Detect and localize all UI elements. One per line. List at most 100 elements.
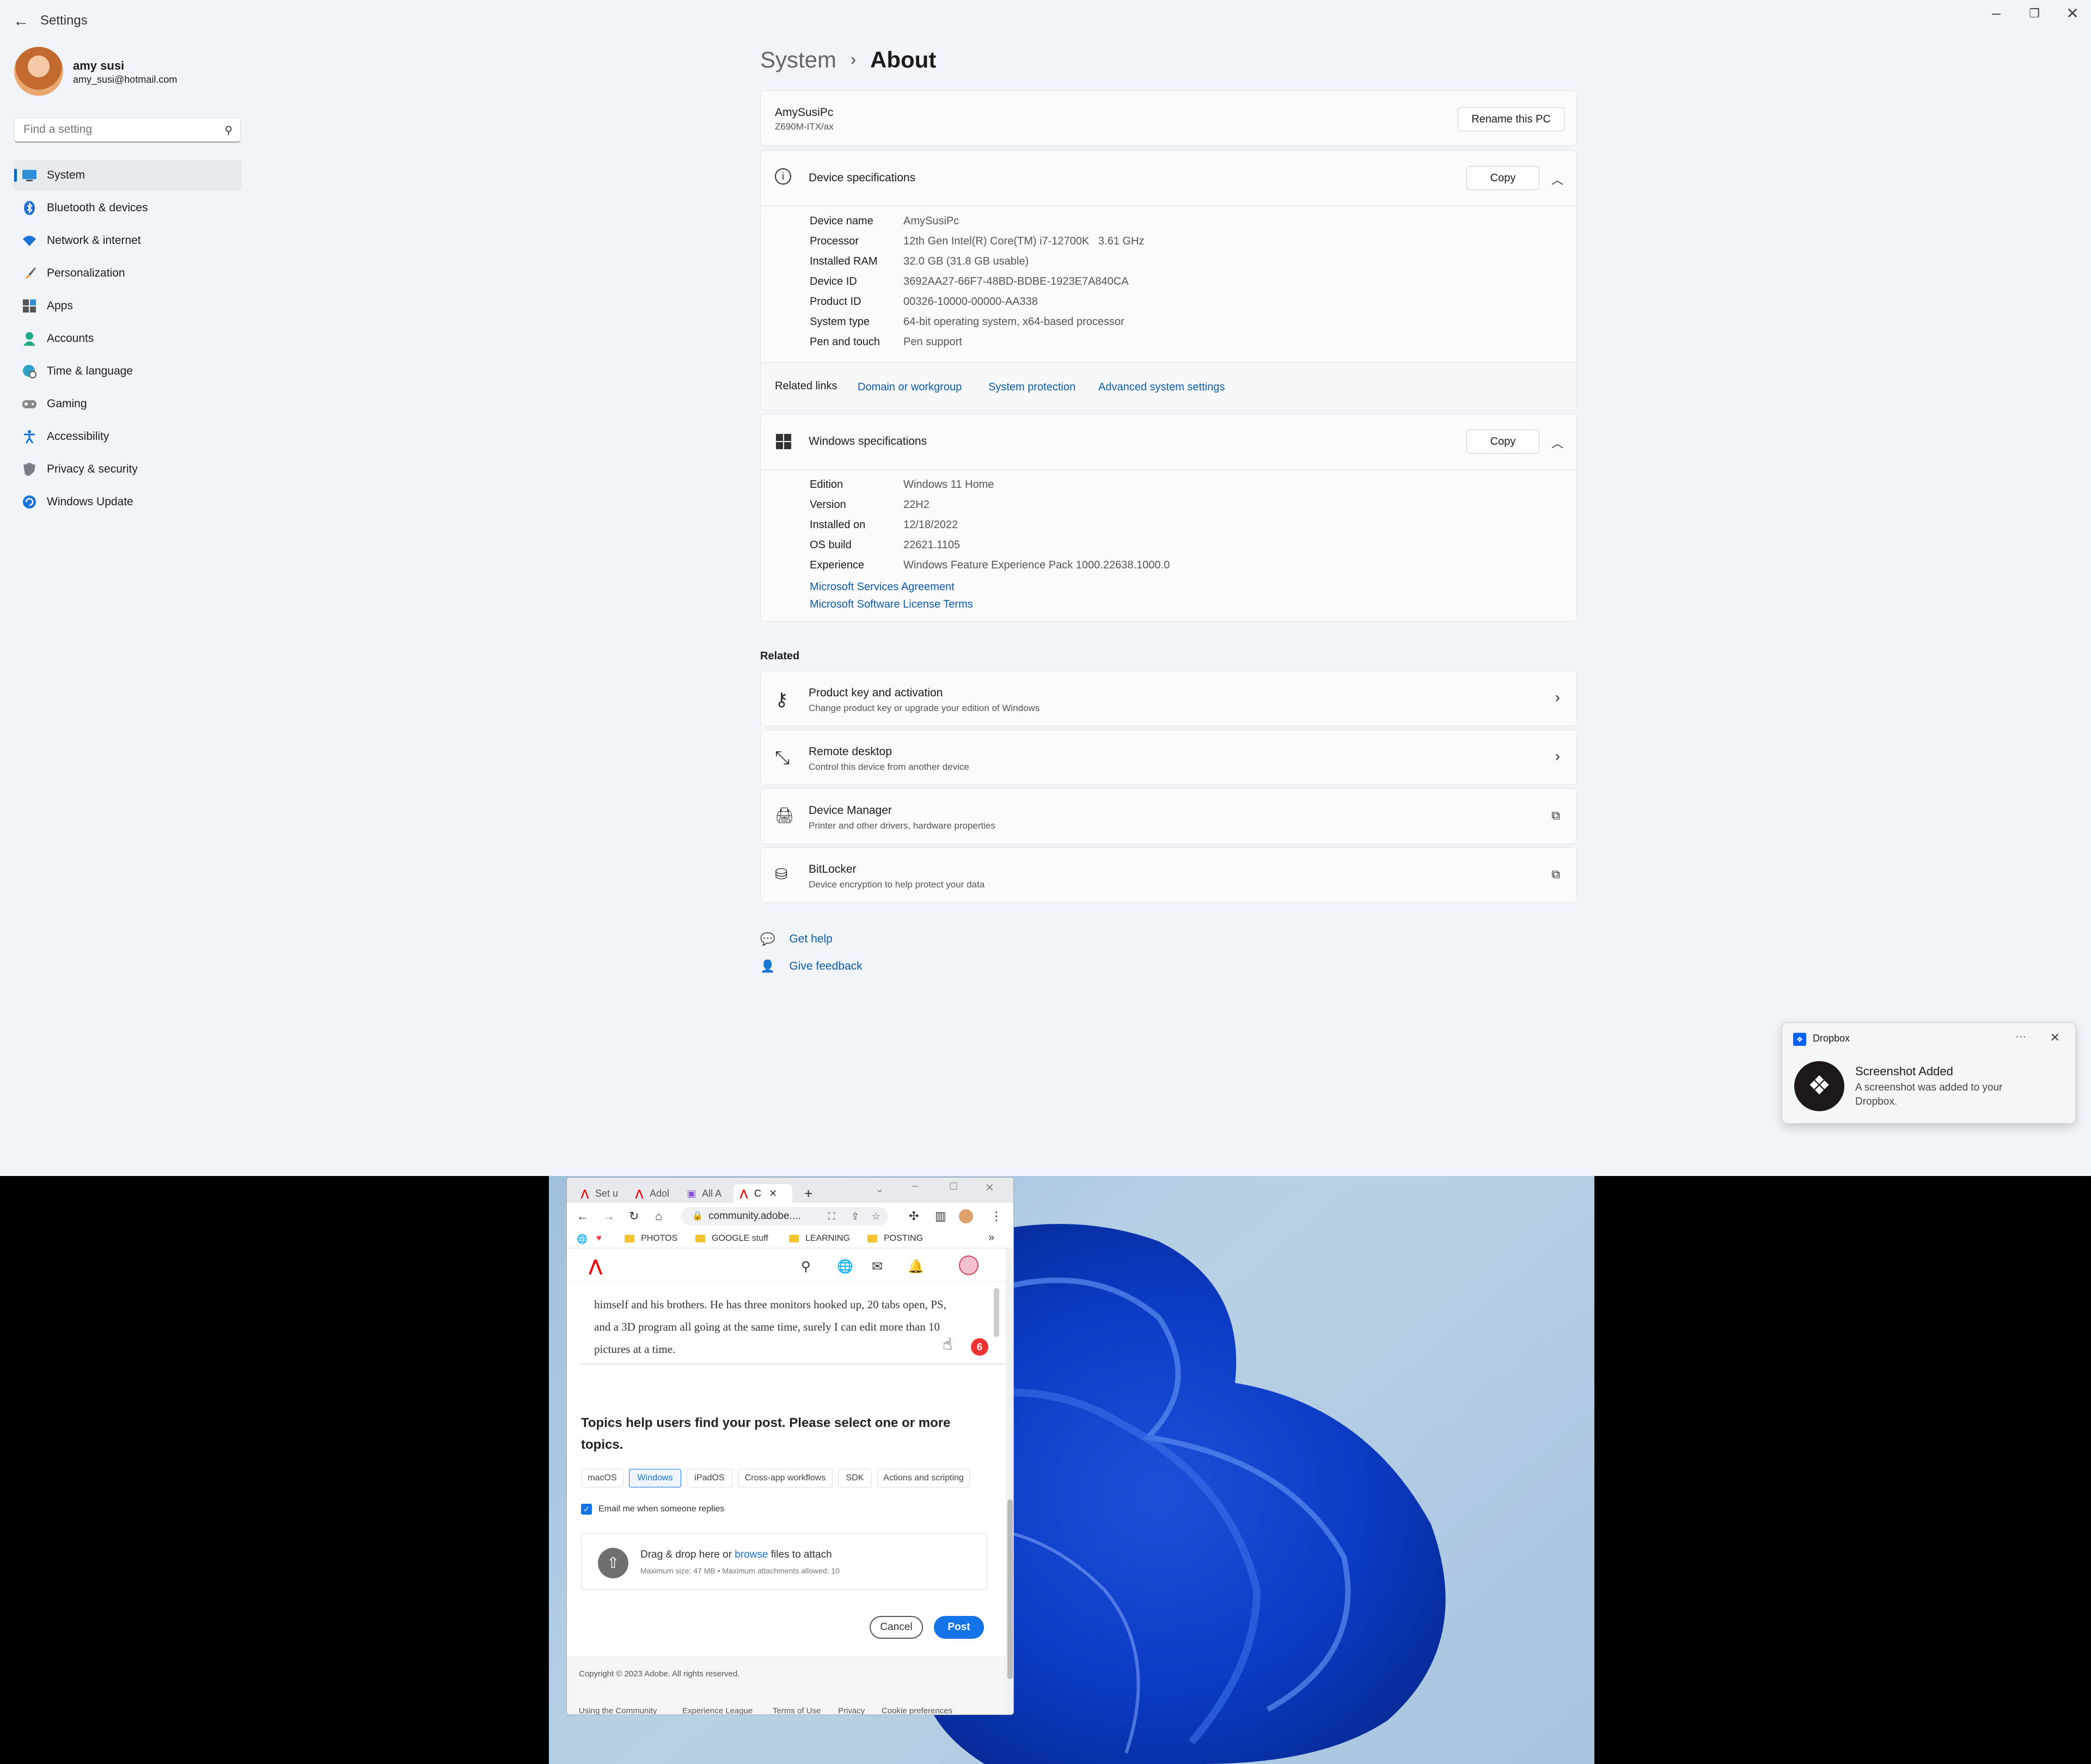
home-icon[interactable]: ⌂ <box>655 1209 662 1223</box>
messages-icon[interactable]: ✉ <box>872 1259 883 1275</box>
related-item-device-manager[interactable]: 🖨 Device Manager Printer and other drive… <box>760 788 1577 844</box>
topic-chip[interactable]: iPadOS <box>687 1469 732 1487</box>
chevron-up-icon[interactable]: ︿ <box>1551 170 1563 188</box>
related-item-bitlocker[interactable]: ⛁ BitLocker Device encryption to help pr… <box>760 847 1577 903</box>
dropbox-notification[interactable]: ❖ Dropbox ··· ✕ ❖ Screenshot Added A scr… <box>1782 1022 2076 1124</box>
system-protection-link[interactable]: System protection <box>988 381 1075 394</box>
search-icon[interactable]: ⚲ <box>224 124 233 137</box>
language-globe-icon[interactable]: 🌐 <box>837 1259 853 1275</box>
tab-search-icon[interactable]: ⌄ <box>875 1182 884 1196</box>
chevron-up-icon[interactable]: ︿ <box>1551 434 1563 451</box>
address-bar[interactable]: 🔒 community.adobe.... ⛶ ⇪ ☆ <box>681 1207 888 1226</box>
browser-tab[interactable]: ⋀ Adol <box>629 1184 680 1203</box>
editor-scrollbar[interactable] <box>994 1288 999 1337</box>
browse-link[interactable]: browse <box>735 1549 768 1560</box>
device-specs-header[interactable]: i Device specifications Copy ︿ <box>761 151 1576 206</box>
sidebar-item-gaming[interactable]: Gaming <box>13 389 242 419</box>
back-icon[interactable]: ← <box>577 1209 589 1223</box>
sidebar-item-privacy-security[interactable]: Privacy & security <box>13 454 242 485</box>
bookmark-folder[interactable]: PHOTOS <box>625 1234 677 1244</box>
sidebar-item-system[interactable]: System <box>13 160 242 191</box>
search-icon[interactable]: ⚲ <box>801 1259 811 1275</box>
adobe-logo-icon[interactable]: ⋀ <box>589 1257 602 1276</box>
reload-icon[interactable]: ↻ <box>629 1209 639 1223</box>
sidebar-item-personalization[interactable]: Personalization <box>13 258 242 289</box>
avatar[interactable] <box>14 47 63 96</box>
close-tab-icon[interactable]: ✕ <box>769 1188 777 1199</box>
footer-link[interactable]: Terms of Use <box>773 1706 821 1714</box>
globe-icon[interactable]: 🌐 <box>577 1234 588 1245</box>
page-scrollbar[interactable] <box>1006 1249 1013 1714</box>
star-icon[interactable]: ☆ <box>872 1207 881 1226</box>
new-tab-button[interactable]: + <box>800 1184 822 1203</box>
spec-row: System type 64-bit operating system, x64-… <box>810 316 1124 328</box>
checkbox-label: Email me when someone replies <box>598 1504 725 1514</box>
browser-tab[interactable]: ▣ All A <box>681 1184 732 1203</box>
copy-device-specs-button[interactable]: Copy <box>1466 166 1539 190</box>
topic-chip[interactable]: Cross-app workflows <box>738 1469 833 1487</box>
breadcrumb-parent[interactable]: System <box>760 47 836 73</box>
topic-chip[interactable]: Actions and scripting <box>877 1469 970 1487</box>
side-panel-icon[interactable]: ▥ <box>935 1209 946 1223</box>
profile-avatar[interactable] <box>959 1209 973 1223</box>
topic-chip-selected[interactable]: Windows <box>629 1469 681 1487</box>
post-button[interactable]: Post <box>934 1616 984 1639</box>
minimize-icon[interactable]: – <box>912 1180 918 1192</box>
scrollbar-thumb[interactable] <box>1007 1499 1013 1679</box>
arrow-left-icon[interactable]: ← <box>13 12 29 30</box>
give-feedback-link[interactable]: Give feedback <box>789 960 862 973</box>
related-item-product-key[interactable]: ⚷ Product key and activation Change prod… <box>760 671 1577 726</box>
translate-icon[interactable]: ⛶ <box>828 1207 835 1226</box>
browser-tab[interactable]: ⋀ Set u <box>574 1184 628 1203</box>
footer-link[interactable]: Using the Community <box>579 1706 657 1714</box>
advanced-system-settings-link[interactable]: Advanced system settings <box>1098 381 1225 394</box>
menu-icon[interactable]: ⋮ <box>991 1209 1002 1223</box>
feedback-icon: 👤 <box>760 959 775 973</box>
close-icon[interactable]: ✕ <box>2056 4 2089 22</box>
post-editor[interactable]: himself and his brothers. He has three m… <box>580 1288 1008 1364</box>
domain-workgroup-link[interactable]: Domain or workgroup <box>858 381 962 394</box>
search-input[interactable] <box>15 118 200 141</box>
browser-tab-active[interactable]: ⋀ C ✕ <box>733 1184 792 1203</box>
notification-badge[interactable]: 6 <box>971 1338 988 1356</box>
footer-link[interactable]: Privacy <box>838 1706 865 1714</box>
close-icon[interactable]: ✕ <box>2050 1031 2060 1045</box>
license-terms-link[interactable]: Microsoft Software License Terms <box>810 598 973 611</box>
more-bookmarks-button[interactable]: » <box>988 1232 994 1244</box>
minimize-icon[interactable]: – <box>1980 4 2013 22</box>
heart-icon[interactable]: ♥ <box>596 1234 602 1244</box>
maximize-icon[interactable]: ☐ <box>949 1181 958 1192</box>
related-item-remote-desktop[interactable]: ⤡ Remote desktop Control this device fro… <box>760 730 1577 785</box>
profile-avatar[interactable] <box>959 1255 979 1275</box>
sidebar-item-accessibility[interactable]: Accessibility <box>13 421 242 452</box>
checkbox-checked[interactable]: ✓ <box>581 1504 592 1515</box>
forward-icon[interactable]: → <box>603 1209 615 1223</box>
restore-icon[interactable]: ❐ <box>2018 7 2051 21</box>
sidebar-item-time-language[interactable]: Time & language <box>13 356 242 387</box>
cancel-button[interactable]: Cancel <box>870 1616 923 1639</box>
sidebar-item-bluetooth[interactable]: Bluetooth & devices <box>13 193 242 223</box>
share-icon[interactable]: ⇪ <box>851 1207 859 1226</box>
rename-pc-button[interactable]: Rename this PC <box>1458 107 1564 131</box>
sidebar-item-network[interactable]: Network & internet <box>13 225 242 256</box>
get-help-link[interactable]: Get help <box>789 933 832 946</box>
windows-specs-header[interactable]: Windows specifications Copy ︿ <box>761 414 1576 470</box>
footer-link[interactable]: Cookie preferences <box>882 1706 952 1714</box>
close-icon[interactable]: ✕ <box>985 1181 994 1195</box>
extensions-icon[interactable]: ✣ <box>909 1209 919 1223</box>
topic-chip[interactable]: macOS <box>581 1469 623 1487</box>
services-agreement-link[interactable]: Microsoft Services Agreement <box>810 581 955 593</box>
sidebar-item-windows-update[interactable]: Windows Update <box>13 487 242 517</box>
sidebar-item-accounts[interactable]: Accounts <box>13 323 242 354</box>
bookmark-folder[interactable]: POSTING <box>867 1234 923 1244</box>
attachment-dropzone[interactable]: ⇧ Drag & drop here or browse files to at… <box>581 1533 987 1590</box>
notifications-bell-icon[interactable]: 🔔 <box>908 1259 924 1275</box>
email-replies-checkbox-row[interactable]: ✓ Email me when someone replies <box>581 1504 724 1515</box>
footer-link[interactable]: Experience League <box>682 1706 753 1714</box>
topic-chip[interactable]: SDK <box>838 1469 872 1487</box>
copy-windows-specs-button[interactable]: Copy <box>1466 430 1539 454</box>
more-options-icon[interactable]: ··· <box>2015 1031 2026 1043</box>
bookmark-folder[interactable]: GOOGLE stuff <box>695 1234 768 1244</box>
bookmark-folder[interactable]: LEARNING <box>789 1234 850 1244</box>
sidebar-item-apps[interactable]: Apps <box>13 291 242 321</box>
